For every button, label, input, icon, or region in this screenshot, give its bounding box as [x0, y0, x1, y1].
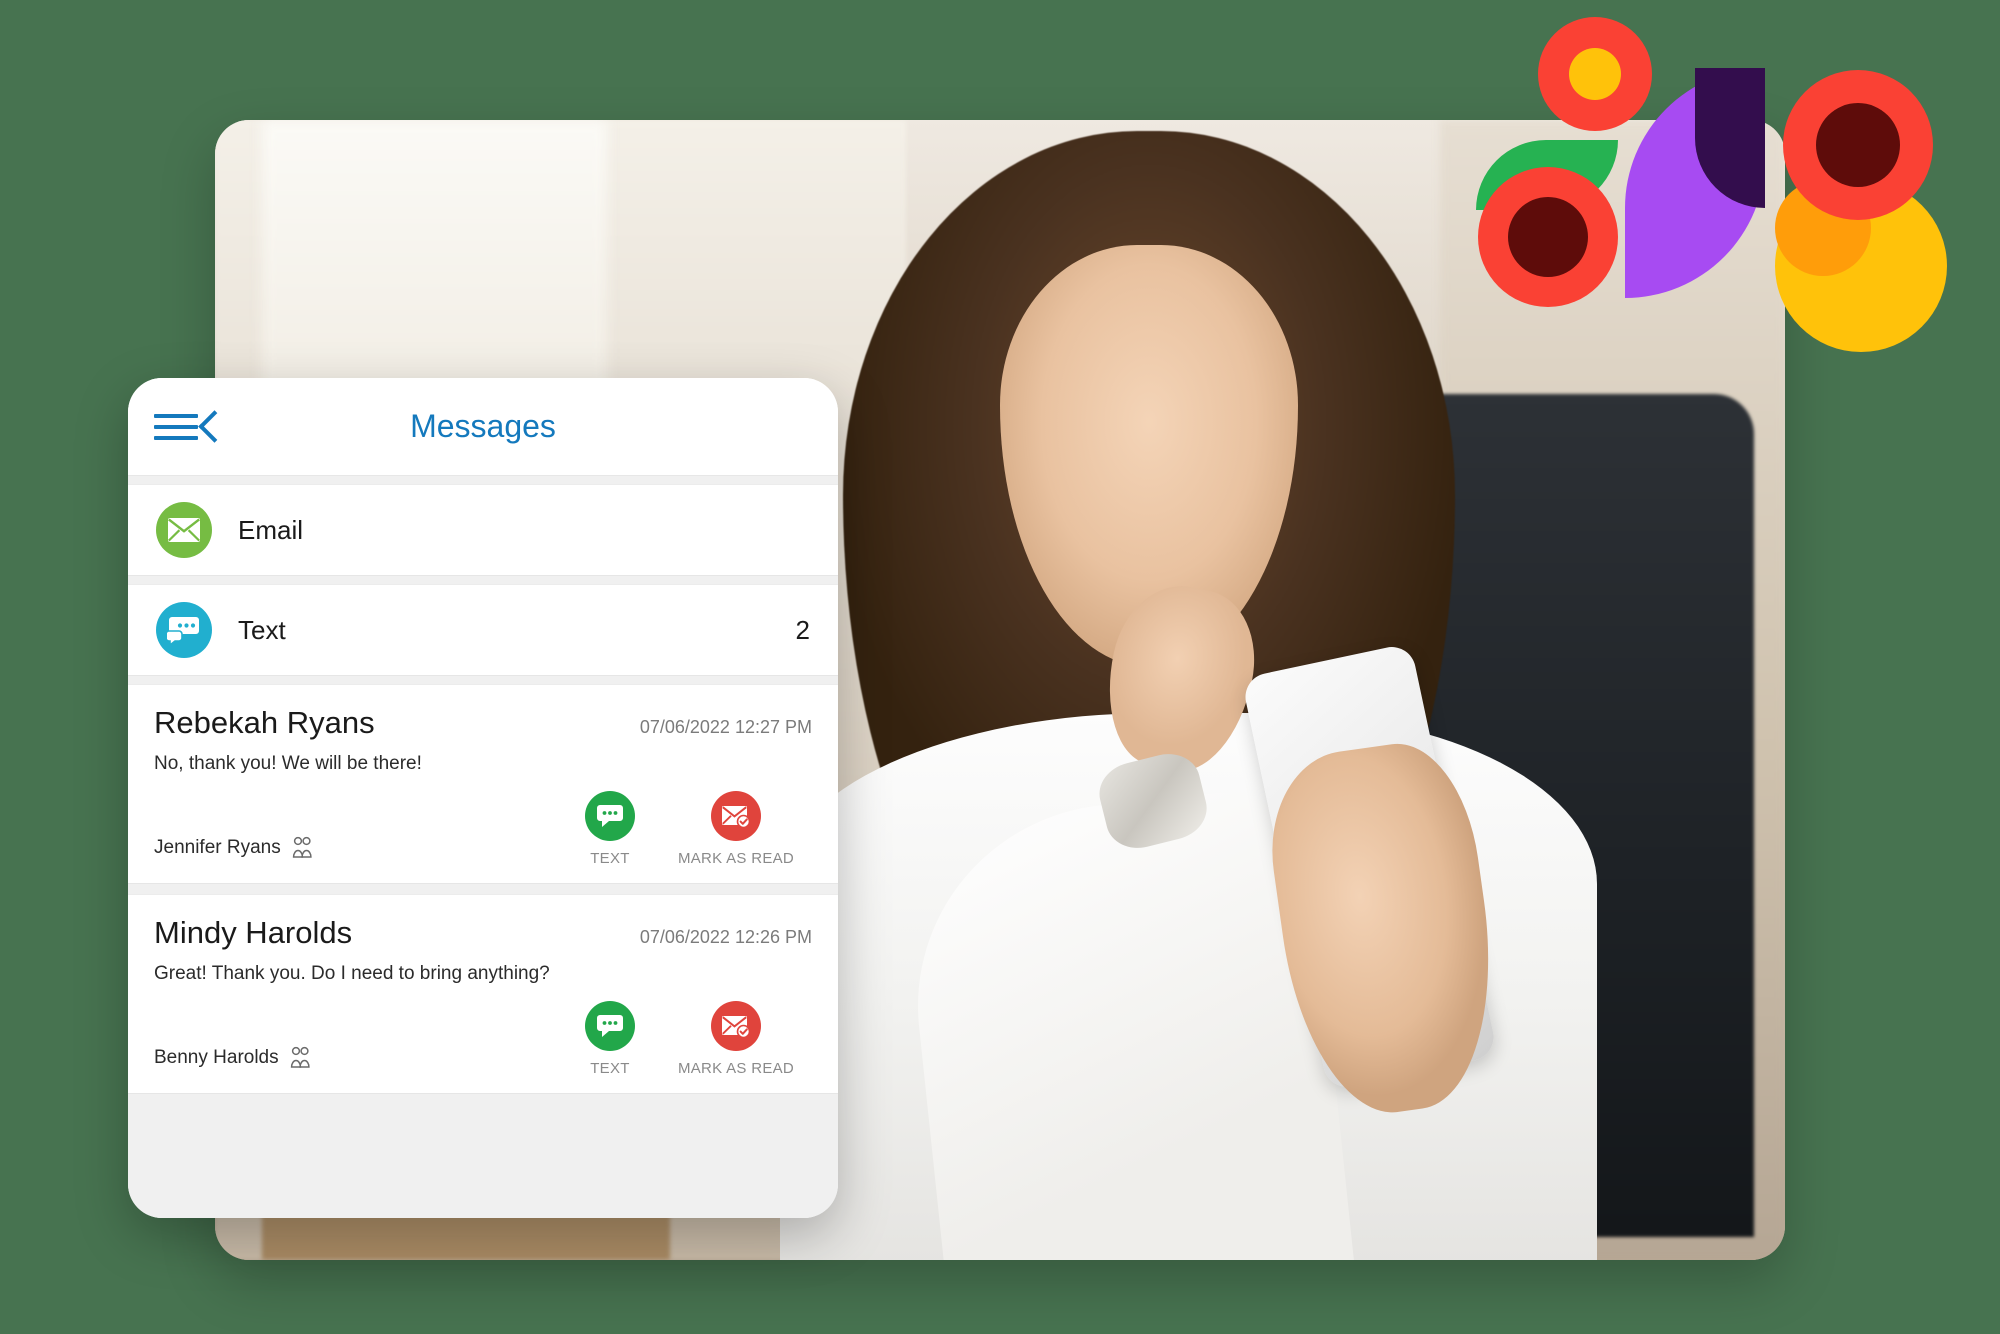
menu-back-group[interactable]: [154, 408, 219, 446]
chat-bubble-icon: [585, 1001, 635, 1051]
people-icon: [289, 835, 315, 861]
envelope-check-icon: [711, 791, 761, 841]
back-chevron-icon[interactable]: [197, 408, 219, 446]
message-footer: Benny Harolds TEXT MARK AS READ: [154, 999, 812, 1077]
message-actions: TEXT MARK AS READ: [560, 791, 812, 867]
message-contact: Jennifer Ryans: [154, 835, 315, 867]
text-action-label: TEXT: [590, 850, 630, 867]
text-action-button[interactable]: TEXT: [560, 791, 660, 867]
app-header: Messages: [128, 378, 838, 476]
channel-label-text: Text: [238, 614, 286, 645]
channel-count-text: 2: [795, 614, 810, 645]
donut-red-dark-bottom-left-icon: [1478, 167, 1618, 307]
text-action-button[interactable]: TEXT: [560, 1001, 660, 1077]
message-preview: No, thank you! We will be there!: [154, 753, 422, 774]
channel-label-email: Email: [238, 514, 304, 545]
donut-red-dark-top-right-icon: [1783, 70, 1933, 220]
message-timestamp: 07/06/2022 12:27 PM: [639, 717, 812, 737]
page-title: Messages: [410, 408, 556, 444]
messages-app-card: Messages Email Text 2 Rebekah Ryans 07/0…: [128, 378, 838, 1218]
message-contact: Benny Harolds: [154, 1045, 313, 1077]
envelope-check-icon: [711, 1001, 761, 1051]
message-card[interactable]: Mindy Harolds 07/06/2022 12:26 PM Great!…: [128, 894, 838, 1094]
message-sender: Mindy Harolds: [154, 915, 353, 950]
donut-red-yellow-icon: [1538, 17, 1652, 131]
message-contact-name: Benny Harolds: [154, 1047, 279, 1068]
hamburger-icon[interactable]: [154, 413, 198, 440]
message-header: Rebekah Ryans 07/06/2022 12:27 PM: [154, 705, 812, 741]
people-icon: [287, 1045, 313, 1071]
message-footer: Jennifer Ryans TEXT MARK AS READ: [154, 789, 812, 867]
text-action-label: TEXT: [590, 1060, 630, 1077]
mark-as-read-action-label: MARK AS READ: [677, 850, 795, 867]
chat-bubble-icon: [156, 602, 212, 658]
message-sender: Rebekah Ryans: [154, 705, 375, 740]
app-body: Email Text 2 Rebekah Ryans 07/06/2022 12…: [128, 476, 838, 1218]
channel-row-text[interactable]: Text 2: [128, 584, 838, 676]
message-card[interactable]: Rebekah Ryans 07/06/2022 12:27 PM No, th…: [128, 684, 838, 884]
message-timestamp: 07/06/2022 12:26 PM: [639, 927, 812, 947]
message-actions: TEXT MARK AS READ: [560, 1001, 812, 1077]
mark-as-read-action-button[interactable]: MARK AS READ: [678, 1001, 794, 1077]
mark-as-read-action-label: MARK AS READ: [677, 1060, 795, 1077]
message-header: Mindy Harolds 07/06/2022 12:26 PM: [154, 915, 812, 951]
channel-row-email[interactable]: Email: [128, 484, 838, 576]
envelope-icon: [156, 502, 212, 558]
mark-as-read-action-button[interactable]: MARK AS READ: [678, 791, 794, 867]
chat-bubble-icon: [585, 791, 635, 841]
message-preview: Great! Thank you. Do I need to bring any…: [154, 963, 550, 984]
message-contact-name: Jennifer Ryans: [154, 837, 281, 858]
